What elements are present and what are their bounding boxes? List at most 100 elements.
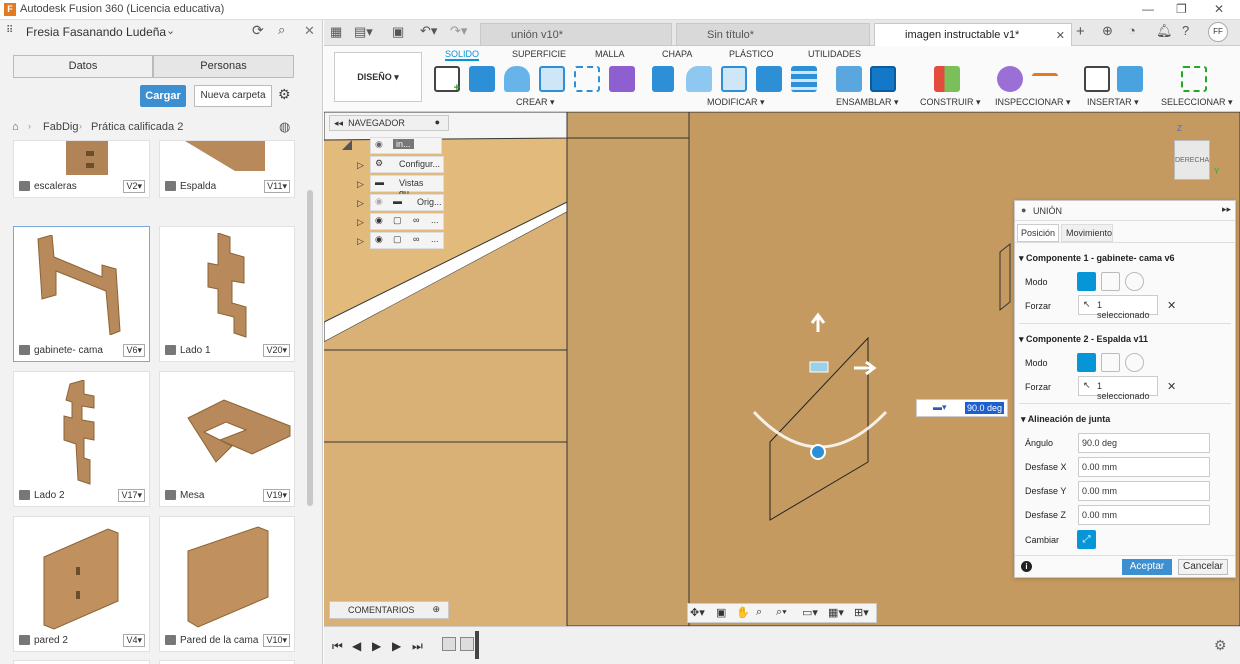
grid-menu-icon[interactable]: ⠿ [6, 25, 13, 36]
close-panel-icon[interactable]: ✕ [304, 23, 315, 39]
combine-icon[interactable] [756, 66, 782, 92]
split-icon[interactable] [791, 66, 817, 92]
fit-icon[interactable]: ⌕▾ [776, 606, 787, 619]
close-tab-icon[interactable]: ✕ [1056, 29, 1065, 42]
create-sketch-icon[interactable]: + [434, 66, 460, 94]
group-inspect[interactable]: INSPECCIONAR ▾ [995, 97, 1071, 108]
job-status-icon[interactable]: ◔ [1128, 23, 1136, 38]
tree-row[interactable]: ◉ ▢ ∞... [370, 213, 444, 230]
step-forward-icon[interactable]: ▶ [392, 639, 401, 653]
form-icon[interactable] [609, 66, 635, 92]
flip-button[interactable]: ⤢ [1077, 530, 1096, 549]
tab-solid[interactable]: SOLIDO [445, 49, 480, 61]
help-icon[interactable]: ? [1182, 23, 1189, 38]
breadcrumb-current[interactable]: Prática calificada 2 [91, 121, 183, 133]
refresh-icon[interactable]: ⟳ [252, 22, 264, 39]
expand-triangle-icon[interactable] [342, 140, 362, 152]
go-to-start-icon[interactable]: ⏮ [332, 639, 343, 654]
list-item[interactable]: Espalda V11▾ [159, 140, 295, 198]
selection-field[interactable]: 1 seleccionado ↖ [1078, 376, 1158, 401]
list-item[interactable]: Pared de la cama V10▾ [159, 516, 295, 652]
mode-between-icon[interactable] [1101, 272, 1120, 291]
orbit-icon[interactable]: ✥▾ [690, 606, 705, 619]
eye-icon[interactable]: ◉ [375, 139, 383, 150]
mode-simple-icon[interactable] [1077, 272, 1096, 291]
interference-icon[interactable] [1032, 73, 1058, 85]
section-component-2[interactable]: ▾ Componente 2 - Espalda v11 [1019, 334, 1148, 345]
minimize-icon[interactable]: — [1142, 2, 1154, 16]
list-item[interactable]: Lado 1 V20▾ [159, 226, 295, 362]
new-component-icon[interactable] [836, 66, 862, 92]
save-icon[interactable]: ▣ [392, 24, 404, 40]
tab-document[interactable]: unión v10* [480, 23, 672, 46]
chevron-down-icon[interactable]: ⌄ [166, 24, 175, 37]
group-construct[interactable]: CONSTRUIR ▾ [920, 97, 981, 108]
tree-row[interactable]: ◉ ▬ Orig... [370, 194, 444, 211]
version-badge[interactable]: V20▾ [263, 344, 290, 357]
tab-people[interactable]: Personas [153, 55, 294, 78]
offset-plane-icon[interactable] [934, 66, 960, 92]
add-comment-icon[interactable]: ⊕ [432, 604, 440, 615]
avatar[interactable]: FF [1208, 22, 1228, 42]
mode-between-icon[interactable] [1101, 353, 1120, 372]
scrollbar[interactable] [307, 190, 313, 506]
version-badge[interactable]: V19▾ [263, 489, 290, 502]
new-tab-icon[interactable]: + [1076, 23, 1085, 40]
angle-field[interactable]: 90.0 deg [1078, 433, 1210, 453]
step-back-icon[interactable]: ◀ [352, 639, 361, 653]
offset-x-field[interactable]: 0.00 mm [1078, 457, 1210, 477]
cancel-button[interactable]: Cancelar [1178, 559, 1228, 575]
tab-surface[interactable]: SUPERFICIE [512, 49, 566, 59]
section-alignment[interactable]: ▾ Alineación de junta [1021, 414, 1110, 425]
tab-document-active[interactable]: imagen instructable v1* ✕ [874, 23, 1072, 46]
tree-expanders[interactable]: ▷ ▷ ▷ ▷ ▷ [357, 156, 364, 251]
group-select[interactable]: SELECCIONAR ▾ [1161, 97, 1233, 108]
pattern-icon[interactable] [574, 66, 600, 92]
comments-header[interactable]: COMENTARIOS ⊕ [329, 601, 449, 619]
tab-utilities[interactable]: UTILIDADES [808, 49, 861, 59]
timeline-marker[interactable] [475, 631, 479, 659]
eye-icon[interactable]: ◉ [375, 196, 383, 207]
angle-input[interactable]: 90.0 deg [965, 402, 1005, 414]
go-to-end-icon[interactable]: ⏭ [412, 639, 423, 654]
pan-icon[interactable]: ✋ [736, 606, 750, 619]
insert-image-icon[interactable] [1117, 66, 1143, 92]
file-icon[interactable]: ▤▾ [354, 24, 373, 40]
tab-data[interactable]: Datos [13, 55, 153, 78]
eye-icon[interactable]: ◉ [375, 215, 383, 226]
clear-selection-icon[interactable]: ✕ [1167, 299, 1176, 312]
settings-icon[interactable]: ⚙ [1214, 637, 1227, 654]
list-item[interactable]: escaleras V2▾ [13, 140, 150, 198]
tree-row-root[interactable]: ◉ in... [370, 137, 442, 154]
list-item[interactable] [159, 660, 295, 664]
hole-icon[interactable] [539, 66, 565, 92]
version-badge[interactable]: V6▾ [123, 344, 145, 357]
ok-button[interactable]: Aceptar [1122, 559, 1172, 575]
shell-icon[interactable] [721, 66, 747, 92]
fillet-icon[interactable] [686, 66, 712, 92]
mode-center-icon[interactable] [1125, 353, 1144, 372]
list-item[interactable] [13, 660, 150, 664]
timeline-feature-icon[interactable] [442, 637, 456, 651]
selection-field[interactable]: 1 seleccionado ↖ [1078, 295, 1158, 320]
version-badge[interactable]: V2▾ [123, 180, 145, 193]
redo-icon[interactable]: ↷▾ [450, 23, 467, 39]
press-pull-icon[interactable] [652, 66, 674, 92]
browser-header[interactable]: ◂◂ NAVEGADOR ● [329, 115, 449, 131]
gear-icon[interactable]: ⚙ [278, 86, 291, 103]
list-item[interactable]: pared 2 V4▾ [13, 516, 150, 652]
home-icon[interactable]: ⌂ [12, 121, 19, 133]
display-settings-icon[interactable]: ▭▾ [802, 606, 818, 619]
new-folder-button[interactable]: Nueva carpeta [194, 85, 272, 107]
version-badge[interactable]: V17▾ [118, 489, 145, 502]
breadcrumb-item[interactable]: FabDig [43, 121, 78, 133]
timeline-feature-icon[interactable] [460, 637, 474, 651]
tab-plastic[interactable]: PLÁSTICO [729, 49, 774, 59]
grid-settings-icon[interactable]: ▦▾ [828, 606, 844, 619]
tab-motion[interactable]: Movimiento [1061, 224, 1113, 242]
measure-icon[interactable] [997, 66, 1023, 92]
version-badge[interactable]: V10▾ [263, 634, 290, 647]
dialog-header[interactable]: ● UNIÓN ▸▸ [1015, 201, 1235, 221]
tree-row[interactable]: ⚙ Configur... [370, 156, 444, 173]
list-item[interactable]: Mesa V19▾ [159, 371, 295, 507]
